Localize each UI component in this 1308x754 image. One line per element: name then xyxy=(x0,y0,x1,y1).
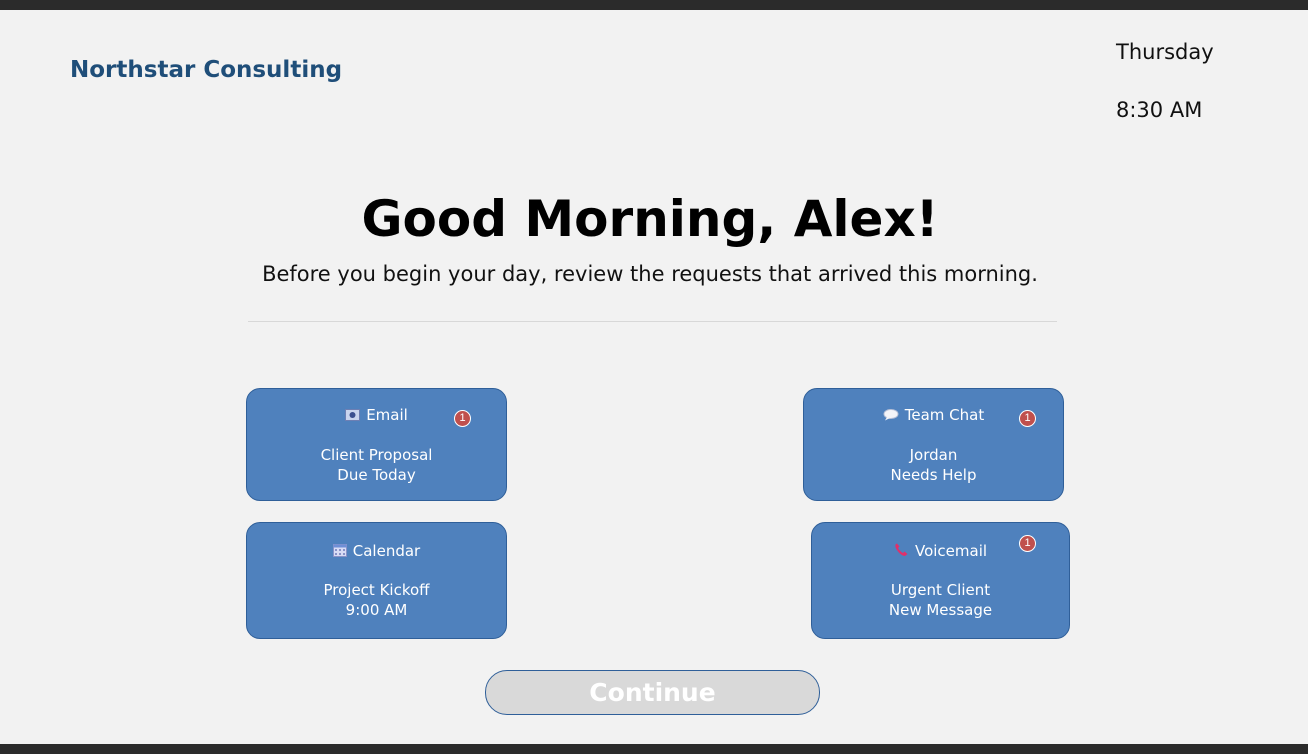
greeting-subtitle: Before you begin your day, review the re… xyxy=(262,262,1038,286)
calendar-tile-header: Calendar xyxy=(247,542,506,561)
brand-name: Northstar Consulting xyxy=(70,57,343,83)
greeting-title: Good Morning, Alex! xyxy=(361,190,939,248)
voicemail-tile[interactable]: Voicemail 1 Urgent Client New Message xyxy=(811,522,1070,639)
current-day: Thursday xyxy=(1116,40,1214,64)
current-time: 8:30 AM xyxy=(1116,98,1203,122)
team-chat-tile-line1: Jordan xyxy=(909,446,958,464)
continue-button[interactable]: Continue xyxy=(485,670,820,715)
phone-icon xyxy=(894,543,909,561)
voicemail-tile-line1: Urgent Client xyxy=(890,581,991,599)
voicemail-unread-badge: 1 xyxy=(1019,535,1036,552)
calendar-tile[interactable]: Calendar Project Kickoff 9:00 AM xyxy=(246,522,507,639)
calendar-icon xyxy=(332,543,347,561)
calendar-tile-line1: Project Kickoff xyxy=(323,581,430,599)
voicemail-tile-line2: New Message xyxy=(888,601,993,619)
email-tile-line2: Due Today xyxy=(337,466,416,484)
email-tile-title: Email xyxy=(366,406,408,424)
app-window: Northstar Consulting Thursday 8:30 AM Go… xyxy=(0,10,1308,744)
email-unread-badge: 1 xyxy=(454,410,471,427)
calendar-tile-title: Calendar xyxy=(352,542,421,560)
team-chat-unread-badge: 1 xyxy=(1019,410,1036,427)
email-tile-line1: Client Proposal xyxy=(320,446,433,464)
team-chat-tile-title: Team Chat xyxy=(904,406,985,424)
divider xyxy=(248,321,1057,322)
chat-bubble-icon xyxy=(883,407,899,425)
team-chat-tile-line2: Needs Help xyxy=(890,466,977,484)
email-icon xyxy=(345,407,361,425)
email-tile[interactable]: Email 1 Client Proposal Due Today xyxy=(246,388,507,501)
voicemail-tile-title: Voicemail xyxy=(914,542,988,560)
calendar-tile-line2: 9:00 AM xyxy=(345,601,408,619)
team-chat-tile[interactable]: Team Chat 1 Jordan Needs Help xyxy=(803,388,1064,501)
